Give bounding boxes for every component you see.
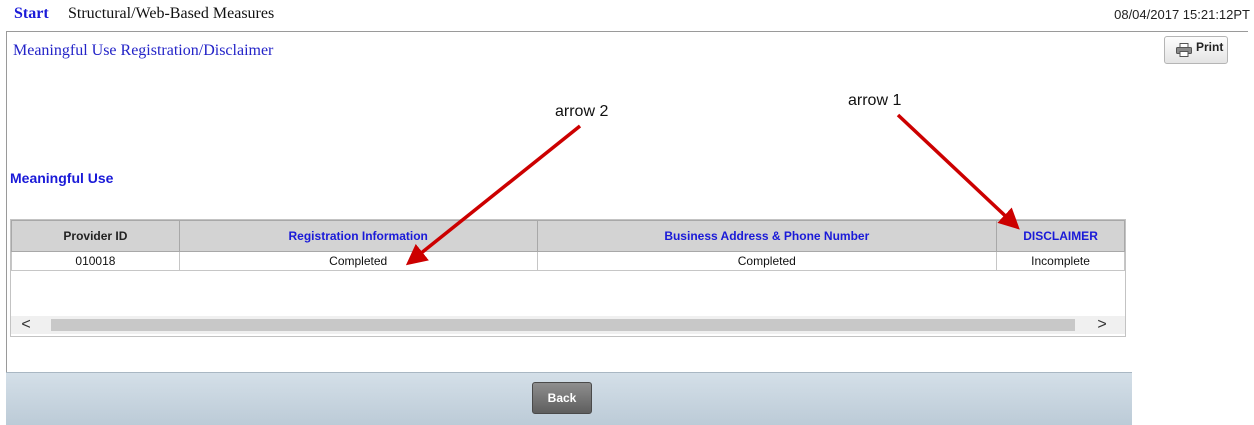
back-button[interactable]: Back: [532, 382, 592, 414]
table-header-row: Provider ID Registration Information Bus…: [11, 220, 1125, 252]
column-header-disclaimer[interactable]: DISCLAIMER: [996, 220, 1125, 252]
scroll-left-icon[interactable]: <: [17, 316, 35, 334]
print-label: Print: [1196, 40, 1224, 54]
start-link[interactable]: Start: [14, 5, 49, 23]
scrollbar-thumb[interactable]: [51, 319, 1075, 331]
page-title: Meaningful Use Registration/Disclaimer: [13, 42, 274, 59]
cell-registration-status: Completed: [178, 251, 538, 271]
column-header-provider-id: Provider ID: [11, 220, 180, 252]
column-header-business-address[interactable]: Business Address & Phone Number: [536, 220, 998, 252]
arrow-2-label: arrow 2: [555, 103, 609, 120]
cell-business-address-status: Completed: [536, 251, 998, 271]
scroll-right-icon[interactable]: >: [1093, 316, 1111, 334]
arrow-1-label: arrow 1: [848, 92, 902, 109]
horizontal-scrollbar[interactable]: < >: [11, 316, 1125, 334]
top-bar: Start Structural/Web-Based Measures 08/0…: [0, 0, 1254, 30]
column-header-registration-information[interactable]: Registration Information: [178, 220, 538, 252]
print-button[interactable]: Print: [1164, 36, 1228, 64]
printer-icon: [1176, 43, 1192, 57]
table-row[interactable]: 010018 Completed Completed Incomplete: [11, 251, 1125, 271]
cell-disclaimer-status: Incomplete: [996, 251, 1125, 271]
section-heading: Meaningful Use: [10, 170, 114, 186]
data-grid: Provider ID Registration Information Bus…: [10, 219, 1126, 337]
breadcrumb: Structural/Web-Based Measures: [68, 5, 275, 22]
registration-table: Provider ID Registration Information Bus…: [11, 220, 1125, 271]
datetime-stamp: 08/04/2017 15:21:12PT: [1114, 7, 1250, 22]
cell-provider-id: 010018: [11, 251, 180, 271]
